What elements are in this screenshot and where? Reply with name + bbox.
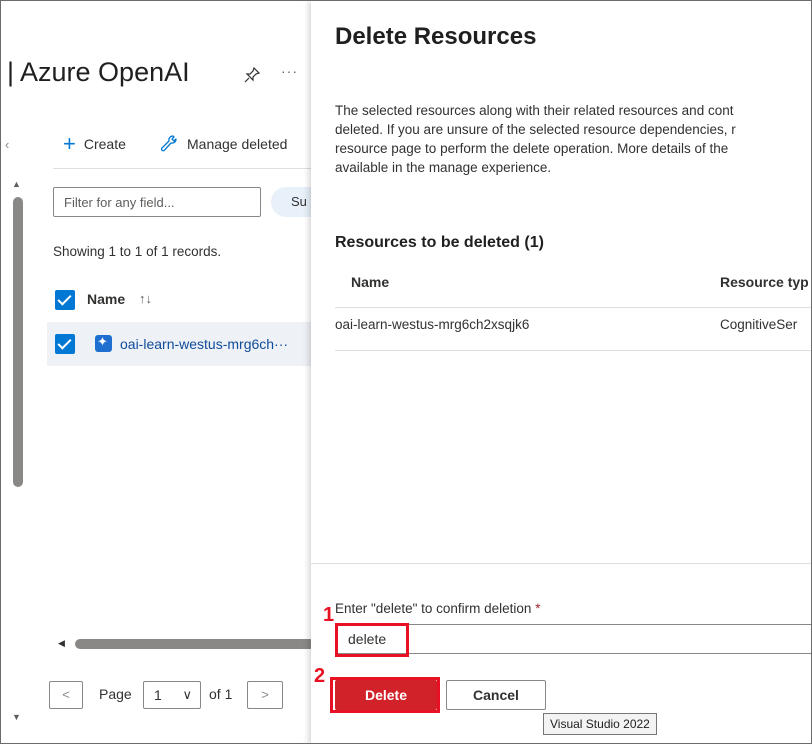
scroll-up-arrow-icon[interactable]: ▲ bbox=[12, 179, 21, 189]
row-checkbox[interactable] bbox=[55, 334, 75, 354]
create-label: Create bbox=[83, 136, 126, 152]
vertical-scrollbar-thumb[interactable] bbox=[13, 197, 23, 487]
scroll-left-arrow-icon[interactable]: ◀ bbox=[58, 638, 65, 649]
confirm-label: Enter "delete" to confirm deletion * bbox=[335, 601, 540, 616]
screenshot-frame: | Azure OpenAI ··· ‹ + Create Manage del… bbox=[0, 0, 812, 744]
description-line: The selected resources along with their … bbox=[335, 103, 734, 118]
manage-deleted-button[interactable]: Manage deleted bbox=[159, 134, 287, 154]
openai-resource-icon bbox=[95, 334, 112, 352]
column-header-name: Name bbox=[351, 274, 390, 290]
scroll-down-arrow-icon[interactable]: ▼ bbox=[12, 712, 21, 722]
table-cell-name: oai-learn-westus-mrg6ch2xsqjk6 bbox=[335, 317, 530, 332]
callout-number-2: 2 bbox=[314, 665, 326, 687]
resource-list-blade: | Azure OpenAI ··· ‹ + Create Manage del… bbox=[1, 1, 331, 743]
description-line: available in the manage experience. bbox=[335, 160, 552, 175]
callout-number-1: 1 bbox=[323, 604, 335, 626]
sort-icon[interactable]: ↑↓ bbox=[139, 291, 152, 306]
pin-icon[interactable] bbox=[243, 66, 261, 84]
tooltip: Visual Studio 2022 bbox=[543, 713, 657, 735]
page-label: Page bbox=[99, 686, 132, 702]
page-select[interactable]: 1 ∨ bbox=[143, 681, 201, 709]
table-header-divider bbox=[335, 307, 811, 308]
description-line: deleted. If you are unsure of the select… bbox=[335, 122, 736, 137]
cancel-button[interactable]: Cancel bbox=[446, 680, 546, 710]
next-page-button[interactable]: > bbox=[247, 681, 283, 709]
previous-page-button[interactable]: < bbox=[49, 681, 83, 709]
create-button[interactable]: + Create bbox=[63, 131, 126, 156]
more-options-icon[interactable]: ··· bbox=[281, 63, 298, 79]
callout-box-confirm-input bbox=[335, 623, 409, 657]
resource-name-link[interactable]: oai-learn-westus-mrg6ch··· bbox=[120, 336, 288, 352]
horizontal-scrollbar-thumb[interactable] bbox=[75, 639, 315, 649]
required-marker: * bbox=[535, 601, 541, 616]
page-select-value: 1 bbox=[154, 687, 162, 703]
wrench-icon bbox=[160, 135, 177, 152]
collapse-chevron-icon[interactable]: ‹ bbox=[5, 137, 9, 152]
blade-title: | Azure OpenAI bbox=[7, 57, 190, 87]
panel-title: Delete Resources bbox=[335, 23, 537, 50]
description-line: resource page to perform the delete oper… bbox=[335, 141, 729, 156]
column-header-resource-type: Resource typ bbox=[720, 274, 809, 290]
records-count: Showing 1 to 1 of 1 records. bbox=[53, 244, 222, 259]
select-all-checkbox[interactable] bbox=[55, 290, 75, 310]
plus-icon: + bbox=[63, 131, 76, 156]
toolbar-divider bbox=[53, 168, 311, 169]
footer-divider bbox=[311, 563, 811, 564]
table-cell-type: CognitiveSer bbox=[720, 317, 798, 332]
panel-description: The selected resources along with their … bbox=[335, 101, 811, 177]
section-title: Resources to be deleted (1) bbox=[335, 234, 544, 251]
filter-input[interactable] bbox=[53, 187, 261, 217]
column-header-name[interactable]: Name bbox=[87, 291, 125, 307]
chevron-down-icon: ∨ bbox=[182, 687, 192, 702]
table-row-divider bbox=[335, 350, 811, 351]
confirm-label-text: Enter "delete" to confirm deletion bbox=[335, 601, 532, 616]
callout-box-delete-button bbox=[330, 677, 440, 713]
page-total: of 1 bbox=[209, 686, 233, 702]
manage-deleted-label: Manage deleted bbox=[187, 136, 288, 152]
